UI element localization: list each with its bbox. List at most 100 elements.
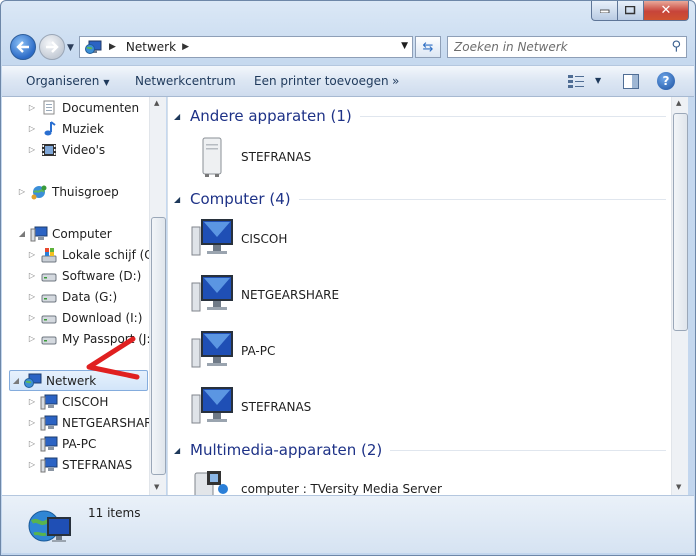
group-header-multimedia[interactable]: ◢ Multimedia-apparaten (2) [174,441,666,459]
nav-scrollbar[interactable]: ▲ ▼ [149,97,166,495]
recent-pages-dropdown[interactable]: ▼ [67,43,74,53]
breadcrumb-separator[interactable]: ▶ [182,42,189,52]
tree-item-netwerk[interactable]: ◢ Netwerk [9,370,148,391]
breadcrumb-separator[interactable]: ▶ [109,42,116,52]
view-options-dropdown[interactable]: ▼ [595,76,601,85]
item-ciscoh[interactable]: CISCOH [188,215,287,263]
address-bar[interactable]: ▶ Netwerk ▶ ▼ [79,36,413,58]
tree-item-label: STEFRANAS [62,457,133,472]
group-header-computer[interactable]: ◢ Computer (4) [174,190,666,208]
network-computer-icon [188,327,236,375]
minimize-button[interactable] [591,1,618,21]
minimize-icon [599,9,609,13]
address-dropdown-icon[interactable]: ▼ [401,41,408,51]
refresh-button[interactable]: ⇆ [415,36,441,58]
music-note-icon [40,120,58,137]
expand-arrow-icon[interactable]: ▷ [26,103,38,112]
breadcrumb-netwerk[interactable]: Netwerk [126,40,176,54]
tree-item-pa-pc[interactable]: ▷ PA-PC [26,433,96,454]
tree-item-muziek[interactable]: ▷ Muziek [26,118,104,139]
collapse-arrow-icon[interactable]: ◢ [10,376,22,385]
collapse-arrow-icon[interactable]: ◢ [16,229,28,238]
scroll-up-icon[interactable]: ▲ [676,99,681,107]
preview-pane-icon[interactable] [623,74,639,89]
expand-arrow-icon[interactable]: ▷ [16,187,28,196]
expand-arrow-icon[interactable]: ▷ [26,418,38,427]
expand-arrow-icon[interactable]: ▷ [26,292,38,301]
tree-item-label: Lokale schijf (C:) [62,247,162,262]
scroll-down-icon[interactable]: ▼ [154,483,159,491]
tree-item-videos[interactable]: ▷ Video's [26,139,105,160]
item-tversity-media-server[interactable]: computer : TVersity Media Server [188,465,442,495]
change-view-icon[interactable] [568,74,584,88]
collapse-arrow-icon[interactable]: ◢ [174,112,190,121]
tree-item-label: Netwerk [46,373,97,388]
expand-arrow-icon[interactable]: ▷ [26,124,38,133]
maximize-icon [625,6,636,15]
tree-item-drive-d[interactable]: ▷ Software (D:) [26,265,141,286]
navigation-pane: ▷ Documenten ▷ Muziek ▷ Video's ▷ Thuisg… [2,97,166,495]
close-button[interactable]: ✕ [644,1,689,21]
back-button[interactable] [10,34,36,60]
group-header-other-devices[interactable]: ◢ Andere apparaten (1) [174,107,666,125]
content-scrollbar-thumb[interactable] [673,113,688,331]
more-commands-button[interactable]: » [392,74,399,88]
expand-arrow-icon[interactable]: ▷ [26,271,38,280]
network-center-button[interactable]: Netwerkcentrum [135,74,236,88]
help-icon[interactable]: ? [657,72,675,90]
network-computer-icon [40,457,58,473]
expand-arrow-icon[interactable]: ▷ [26,334,38,343]
item-label: STEFRANAS [241,400,312,414]
tree-item-documenten[interactable]: ▷ Documenten [26,97,139,118]
collapse-arrow-icon[interactable]: ◢ [174,195,190,204]
item-stefranas-device[interactable]: STEFRANAS [188,133,311,181]
caption-buttons: ✕ [591,1,689,22]
expand-arrow-icon[interactable]: ▷ [26,460,38,469]
tree-item-label: NETGEARSHARE [62,415,161,430]
maximize-button[interactable] [618,1,644,21]
scroll-down-icon[interactable]: ▼ [676,483,681,491]
search-input[interactable] [454,40,654,54]
item-pa-pc[interactable]: PA-PC [188,327,275,375]
expand-arrow-icon[interactable]: ▷ [26,439,38,448]
search-icon[interactable]: ⚲ [671,39,681,54]
film-strip-icon [40,142,58,158]
item-stefranas[interactable]: STEFRANAS [188,383,311,431]
homegroup-icon [30,184,48,200]
item-count: 11 items [88,506,141,520]
tree-item-drive-c[interactable]: ▷ Lokale schijf (C:) [26,244,161,265]
tree-item-drive-i[interactable]: ▷ Download (I:) [26,307,143,328]
tree-item-computer[interactable]: ◢ Computer [16,223,112,244]
hard-drive-icon [40,268,58,284]
nav-scrollbar-thumb[interactable] [151,217,166,475]
expand-arrow-icon[interactable]: ▷ [26,250,38,259]
scroll-up-icon[interactable]: ▲ [154,99,159,107]
tree-item-drive-j[interactable]: ▷ My Passport (J:) [26,328,155,349]
content-scrollbar[interactable]: ▲ ▼ [671,97,688,495]
forward-button[interactable] [39,34,65,60]
item-label: CISCOH [241,232,288,246]
nas-device-icon [188,133,236,181]
tree-item-label: Computer [52,226,112,241]
tree-item-label: PA-PC [62,436,97,451]
forward-arrow-icon [46,41,59,53]
item-netgearshare[interactable]: NETGEARSHARE [188,271,339,319]
close-icon: ✕ [660,3,672,18]
tree-item-label: Download (I:) [62,310,143,325]
tree-item-drive-g[interactable]: ▷ Data (G:) [26,286,117,307]
tree-item-thuisgroep[interactable]: ▷ Thuisgroep [16,181,119,202]
hard-drive-icon [40,289,58,305]
expand-arrow-icon[interactable]: ▷ [26,145,38,154]
tree-item-netgearshare[interactable]: ▷ NETGEARSHARE [26,412,160,433]
computer-icon [30,226,48,242]
organize-menu[interactable]: Organiseren ▼ [26,74,110,88]
add-printer-button[interactable]: Een printer toevoegen [254,74,389,88]
tree-item-stefranas[interactable]: ▷ STEFRANAS [26,454,132,475]
explorer-window: ✕ ▼ ▶ Netwerk ▶ ▼ ⇆ ⚲ Organiseren▼ Netwe… [0,0,696,556]
group-label: Multimedia-apparaten (2) [190,441,383,459]
expand-arrow-icon[interactable]: ▷ [26,313,38,322]
collapse-arrow-icon[interactable]: ◢ [174,446,190,455]
network-icon [85,40,102,54]
tree-item-ciscoh[interactable]: ▷ CISCOH [26,391,108,412]
expand-arrow-icon[interactable]: ▷ [26,397,38,406]
